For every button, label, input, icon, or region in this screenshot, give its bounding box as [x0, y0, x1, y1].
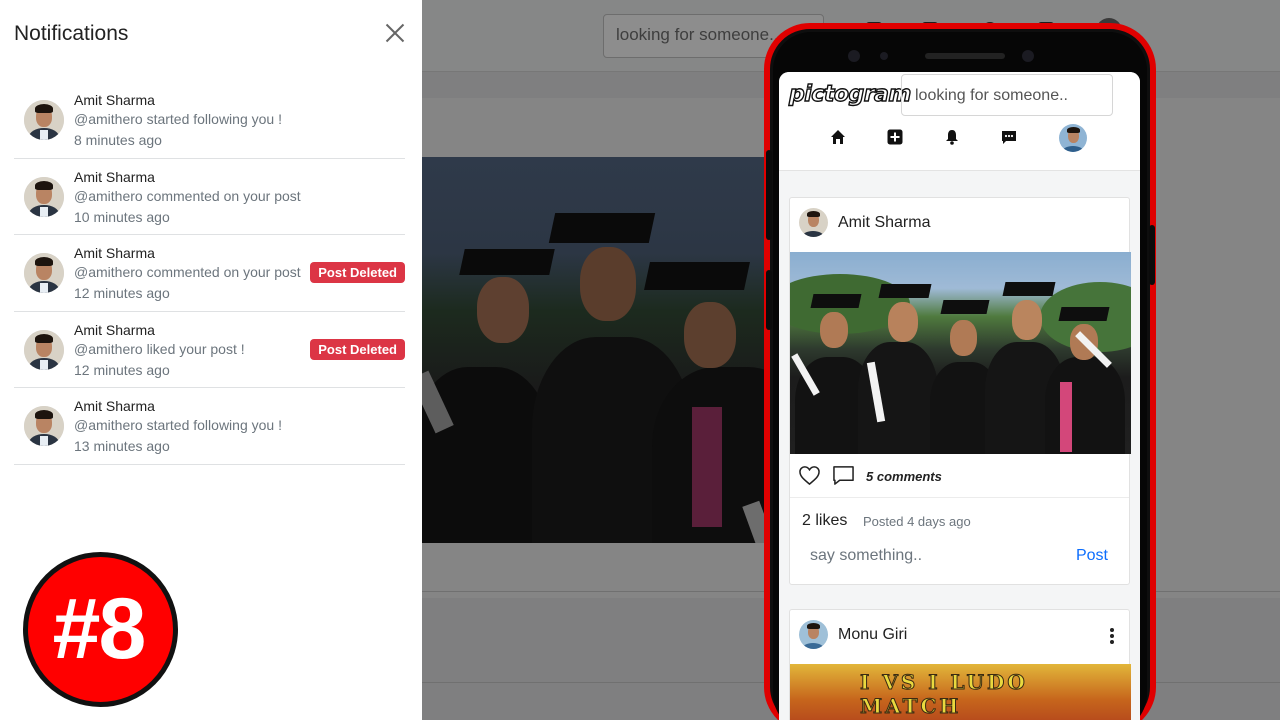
phone-sensor — [848, 50, 860, 62]
notification-text: @amithero commented on your post — [74, 264, 301, 280]
notification-time: 12 minutes ago — [74, 361, 170, 378]
notification-text: @amithero started following you ! — [74, 111, 282, 127]
notification-item[interactable]: Amit Sharma @amithero commented on your … — [14, 235, 405, 312]
more-options-icon[interactable] — [1110, 628, 1114, 644]
avatar[interactable] — [24, 329, 64, 370]
post-stats: 2 likes Posted 4 days ago — [790, 498, 1129, 544]
home-icon[interactable] — [830, 129, 846, 145]
avatar[interactable] — [799, 208, 828, 237]
notification-time: 12 minutes ago — [74, 285, 170, 301]
post-image-text: I VS I LUDO MATCH — [860, 670, 1028, 719]
phone-side-button — [766, 150, 772, 240]
notification-time: 13 minutes ago — [74, 438, 170, 454]
close-icon[interactable] — [382, 20, 408, 46]
phone-sensor — [880, 52, 888, 60]
notifications-header: Notifications — [14, 20, 408, 50]
post-comment-button[interactable]: Post — [1076, 547, 1108, 565]
post-deleted-badge: Post Deleted — [310, 262, 405, 283]
notification-user-name[interactable]: Amit Sharma — [74, 169, 155, 185]
notification-text: @amithero started following you ! — [74, 417, 282, 433]
notification-text: @amithero liked your post ! — [74, 340, 245, 357]
notification-user-name[interactable]: Amit Sharma — [74, 398, 155, 414]
post-photo[interactable]: I VS I LUDO MATCH — [790, 664, 1131, 720]
mobile-navbar: pictogram looking for someone.. — [779, 72, 1140, 171]
post-header: Amit Sharma — [790, 198, 1129, 252]
notifications-title: Notifications — [14, 22, 129, 45]
post-card: Amit Sharma 5 comments 2 likes Posted 4 … — [789, 197, 1131, 585]
post-deleted-badge: Post Deleted — [310, 338, 405, 360]
avatar[interactable] — [24, 406, 64, 446]
notification-item[interactable]: Amit Sharma @amithero liked your post ! … — [14, 312, 405, 388]
post-actions: 5 comments — [790, 454, 1129, 498]
post-photo[interactable] — [790, 252, 1131, 454]
episode-badge: #8 — [23, 552, 178, 707]
comment-input[interactable]: say something.. — [810, 547, 922, 565]
posted-time: Posted 4 days ago — [863, 514, 971, 529]
avatar[interactable] — [799, 620, 828, 649]
notifications-panel: Notifications Amit Sharma @amithero star… — [0, 0, 422, 720]
notification-text: @amithero commented on your post — [74, 187, 301, 204]
bell-icon[interactable] — [944, 129, 960, 145]
notification-item[interactable]: Amit Sharma @amithero started following … — [14, 388, 405, 465]
background-post-photo — [422, 157, 822, 543]
post-card: Monu Giri I VS I LUDO MATCH — [789, 609, 1131, 720]
phone-speaker — [925, 53, 1005, 59]
phone-screen: pictogram looking for someone.. Amit Sha… — [779, 72, 1140, 720]
avatar[interactable] — [24, 100, 64, 140]
comment-row: say something.. Post — [790, 544, 1129, 584]
heart-icon[interactable] — [798, 465, 821, 486]
notification-item[interactable]: Amit Sharma @amithero commented on your … — [14, 159, 405, 235]
avatar[interactable] — [1059, 124, 1087, 152]
post-header: Monu Giri — [790, 610, 1129, 664]
likes-count[interactable]: 2 likes — [802, 512, 847, 530]
episode-label: #8 — [52, 581, 147, 677]
notifications-list: Amit Sharma @amithero started following … — [14, 82, 405, 465]
notification-user-name[interactable]: Amit Sharma — [74, 92, 155, 108]
add-post-icon[interactable] — [887, 129, 903, 145]
avatar[interactable] — [24, 253, 64, 293]
comment-icon[interactable] — [832, 465, 855, 486]
avatar[interactable] — [24, 176, 64, 217]
search-input[interactable]: looking for someone.. — [901, 74, 1113, 116]
brand-logo[interactable]: pictogram — [788, 81, 912, 107]
post-author-name[interactable]: Amit Sharma — [838, 214, 930, 232]
comments-count[interactable]: 5 comments — [866, 469, 942, 484]
phone-side-button — [1149, 225, 1155, 285]
notification-time: 8 minutes ago — [74, 132, 162, 148]
notification-item[interactable]: Amit Sharma @amithero started following … — [14, 82, 405, 159]
notification-user-name[interactable]: Amit Sharma — [74, 245, 155, 261]
phone-side-button — [766, 270, 772, 330]
notification-time: 10 minutes ago — [74, 208, 170, 225]
phone-front-camera — [1022, 50, 1034, 62]
notification-user-name[interactable]: Amit Sharma — [74, 322, 155, 338]
post-author-name[interactable]: Monu Giri — [838, 626, 907, 644]
message-icon[interactable] — [1001, 129, 1017, 145]
